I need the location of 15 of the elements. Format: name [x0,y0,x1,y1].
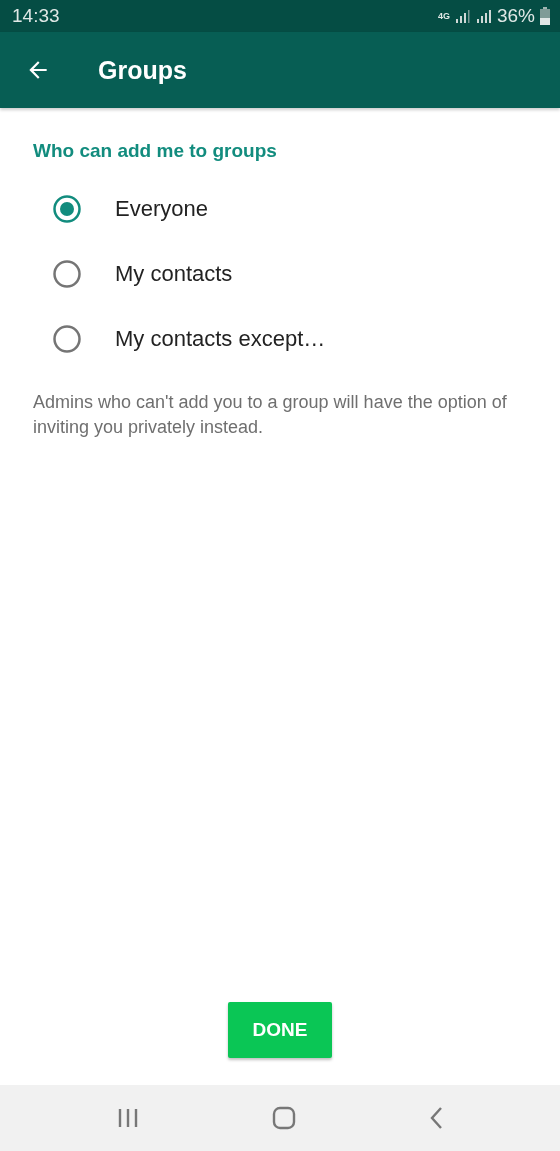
screen-title: Groups [98,55,187,85]
network-type: 4G [437,11,450,21]
signal-icon [475,9,492,23]
battery-icon [540,7,550,25]
clock: 14:33 [12,5,61,27]
radio-option[interactable]: My contacts except… [33,306,530,371]
recent-apps-button[interactable] [116,1107,139,1129]
radio-option[interactable]: My contacts [33,241,530,306]
battery-percentage: 36% [496,5,535,27]
signal-icon [454,9,471,23]
section-heading: Who can add me to groups [33,140,278,162]
home-button[interactable] [272,1106,296,1130]
radio-option[interactable]: Everyone [33,176,530,241]
explanation-text: Admins who can't add you to a group will have the option of inviting you privately instead. [33,391,508,439]
back-button[interactable] [429,1106,444,1130]
